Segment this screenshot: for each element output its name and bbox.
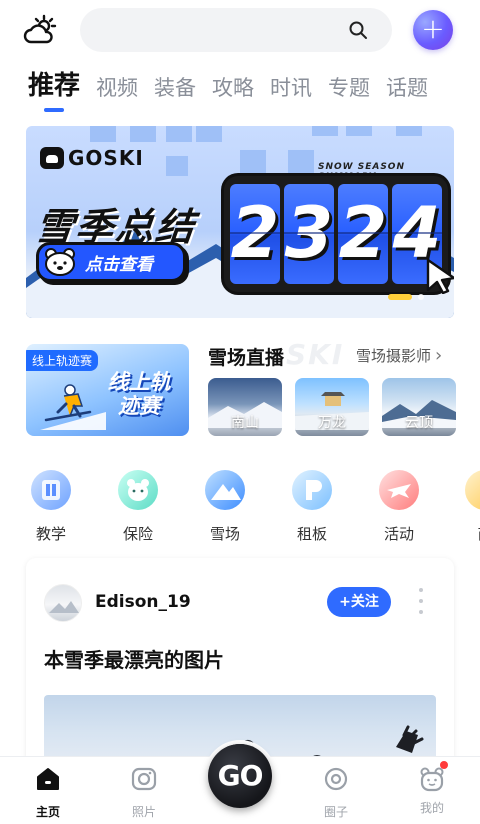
view-now-label: 点击查看: [85, 254, 153, 275]
banner-decor: [166, 156, 188, 176]
brand-name: GOSKI: [68, 146, 144, 170]
banner-decor: [396, 126, 422, 136]
banner-decor: [312, 126, 338, 136]
chevron-right-icon: ›: [435, 345, 443, 366]
nav-circle[interactable]: 圈子: [306, 765, 366, 820]
counter-digit: 2: [230, 184, 280, 284]
circle-icon: [324, 767, 348, 791]
more-category-icon: [465, 470, 480, 510]
nav-home[interactable]: 主页: [18, 765, 78, 820]
more-options-icon[interactable]: [418, 588, 424, 614]
counter-digit: 2: [338, 184, 388, 284]
category-label: 雪场: [209, 525, 240, 543]
tab-gear[interactable]: 装备: [154, 72, 196, 112]
banner-decor: [130, 126, 156, 142]
live-cam-nanshan[interactable]: 南山: [208, 378, 282, 436]
go-button[interactable]: GO: [208, 744, 272, 808]
add-button[interactable]: +: [413, 10, 453, 50]
home-icon: [37, 768, 59, 790]
banner-decor: [90, 126, 116, 142]
category-tabs: 推荐 视频 装备 攻略 时讯 专题 话题: [28, 68, 428, 112]
promo-title: 线上轨迹赛: [107, 370, 171, 418]
banner-decor: [196, 126, 222, 142]
category-more[interactable]: 商: [460, 470, 480, 544]
photographer-link[interactable]: 雪场摄影师 ›: [356, 345, 442, 366]
cam-label: 万龙: [318, 415, 346, 431]
photo-icon: [131, 767, 157, 791]
tab-video[interactable]: 视频: [96, 72, 138, 112]
tab-recommend[interactable]: 推荐: [28, 65, 80, 112]
activity-plane-icon: [379, 470, 419, 510]
category-label: 活动: [383, 525, 414, 543]
tab-topics[interactable]: 专题: [328, 72, 370, 112]
season-counter: 2 3 2 4: [224, 176, 448, 292]
notification-badge: [440, 761, 448, 769]
tab-guide[interactable]: 攻略: [212, 72, 254, 112]
view-now-button[interactable]: 点击查看: [36, 242, 186, 282]
live-cam-wanlong[interactable]: 万龙: [295, 378, 369, 436]
skier-illustration: [40, 384, 106, 430]
category-label: 保险: [122, 525, 153, 543]
category-label: 商: [460, 523, 480, 544]
post-username[interactable]: Edison_19: [95, 592, 191, 612]
goski-bear-icon: [40, 147, 64, 169]
follow-button[interactable]: +关注: [327, 587, 391, 617]
nav-label: 照片: [131, 805, 156, 819]
category-shortcuts: 教学 保险 雪场 租板 活动 商: [24, 470, 480, 550]
live-cam-yunding[interactable]: 云顶: [382, 378, 456, 436]
weather-icon[interactable]: [22, 14, 58, 46]
category-ski-resort[interactable]: 雪场: [200, 470, 250, 544]
category-insurance[interactable]: 保险: [113, 470, 163, 544]
nav-label: 主页: [35, 805, 60, 819]
page-dot-active: [388, 294, 412, 300]
page-dot: [418, 294, 424, 300]
season-summary-banner[interactable]: GOSKI SNOW SEASON SUMMARY 雪季总结 点击查看 2 3 …: [26, 126, 454, 318]
banner-page-indicator: [388, 294, 424, 300]
live-watermark: SKI: [286, 338, 345, 371]
banner-decor: [288, 150, 314, 174]
profile-bear-icon: [418, 761, 448, 793]
bear-icon: [45, 248, 75, 276]
cam-label: 南山: [231, 415, 259, 431]
goski-logo: GOSKI: [40, 146, 144, 170]
teaching-icon: [31, 470, 71, 510]
cam-label: 云顶: [405, 415, 433, 431]
nav-label: 圈子: [323, 805, 348, 819]
search-icon[interactable]: [348, 20, 368, 40]
avatar[interactable]: [44, 584, 82, 622]
ski-resort-icon: [205, 470, 245, 510]
live-section-title: 雪场直播: [208, 347, 285, 369]
banner-decor: [166, 126, 192, 142]
category-label: 教学: [35, 525, 66, 543]
banner-decor: [346, 126, 372, 136]
nav-photos[interactable]: 照片: [114, 765, 174, 820]
category-activity[interactable]: 活动: [374, 470, 424, 544]
feed-post[interactable]: Edison_19 +关注 本雪季最漂亮的图片: [26, 558, 454, 768]
board-rental-icon: [292, 470, 332, 510]
top-bar: +: [0, 0, 480, 64]
nav-label: 我的: [419, 801, 444, 815]
category-teaching[interactable]: 教学: [26, 470, 76, 544]
banner-decor: [240, 150, 266, 174]
photographer-link-label: 雪场摄影师: [356, 347, 432, 365]
tab-discussions[interactable]: 话题: [386, 72, 428, 112]
cursor-icon: [426, 258, 454, 294]
tab-news[interactable]: 时讯: [270, 72, 312, 112]
online-race-card[interactable]: 线上轨迹赛 线上轨迹赛: [26, 344, 189, 436]
insurance-bear-icon: [118, 470, 158, 510]
search-input[interactable]: [80, 8, 392, 52]
category-label: 租板: [296, 525, 327, 543]
nav-profile[interactable]: 我的: [402, 761, 462, 816]
category-board-rental[interactable]: 租板: [287, 470, 337, 544]
promo-tag: 线上轨迹赛: [26, 350, 99, 371]
post-title[interactable]: 本雪季最漂亮的图片: [44, 644, 224, 673]
counter-digit: 3: [284, 184, 334, 284]
live-cams: 南山 万龙 云顶: [208, 378, 456, 436]
